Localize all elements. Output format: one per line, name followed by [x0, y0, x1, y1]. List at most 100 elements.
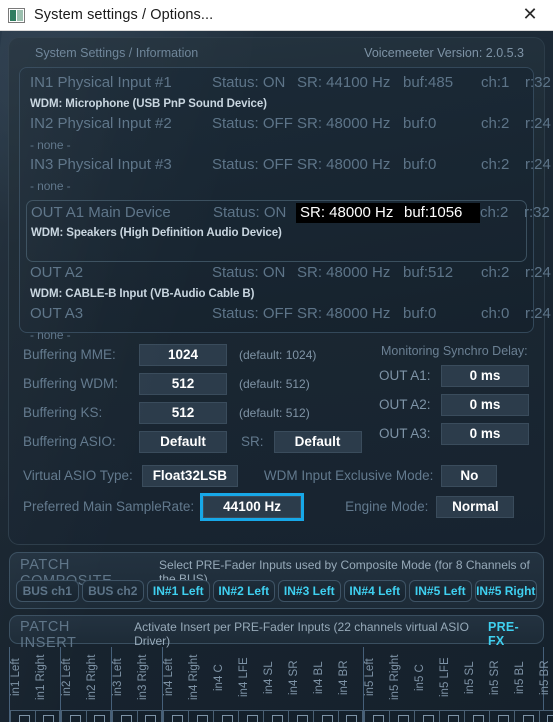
insert-channel-label: in1 Left: [10, 658, 22, 697]
insert-toggle-switch[interactable]: [439, 710, 464, 722]
insert-channel-column: in2 Right: [86, 647, 111, 722]
device-channels: ch:0: [481, 305, 510, 322]
buffering-value-field[interactable]: Default: [139, 430, 227, 453]
insert-toggle-switch[interactable]: [464, 710, 489, 722]
insert-toggle-switch[interactable]: [86, 710, 111, 722]
device-name: IN3 Physical Input #3: [30, 156, 172, 173]
insert-toggle-switch[interactable]: [539, 710, 553, 722]
insert-channel-column: in5 BL: [514, 647, 539, 722]
insert-channel-label: in5 Left: [364, 658, 376, 697]
engine-mode-field[interactable]: Normal: [436, 495, 515, 518]
patch-insert-header: PATCH INSERT Activate Insert per PRE-Fad…: [9, 615, 544, 651]
device-driver-label: WDM: Speakers (High Definition Audio Dev…: [31, 227, 282, 239]
pre-fx-button[interactable]: PRE-FX: [488, 620, 533, 648]
device-driver-label: WDM: Microphone (USB PnP Sound Device): [30, 98, 267, 110]
monitoring-column: Monitoring Synchro Delay: OUT A1: 0 ms OUT…: [375, 342, 530, 458]
insert-toggle-switch[interactable]: [213, 710, 238, 722]
monitoring-delay-row: OUT A2: 0 ms: [379, 392, 530, 417]
preferred-samplerate-field[interactable]: 44100 Hz: [200, 492, 305, 521]
insert-channel-label: in5 SL: [464, 661, 476, 694]
switch-icon: [447, 714, 459, 722]
composite-channel-button[interactable]: BUS ch2: [81, 580, 144, 602]
insert-toggle-switch[interactable]: [35, 710, 60, 722]
monitoring-delay-row: OUT A1: 0 ms: [379, 363, 530, 388]
asio-samplerate-field[interactable]: Default: [273, 430, 362, 453]
insert-channel-label: in5 BL: [514, 661, 526, 694]
device-row[interactable]: IN1 Physical Input #1 Status: ON SR: 44100…: [26, 74, 551, 115]
monitoring-delay-field[interactable]: 0 ms: [441, 364, 529, 387]
switch-icon: [18, 714, 30, 722]
insert-toggle-switch[interactable]: [61, 710, 86, 722]
device-driver-label: - none -: [30, 328, 71, 342]
insert-toggle-switch[interactable]: [112, 710, 137, 722]
device-name: IN1 Physical Input #1: [30, 74, 172, 91]
device-channels: ch:2: [481, 115, 510, 132]
device-list: IN1 Physical Input #1 Status: ON SR: 44100…: [19, 67, 551, 342]
insert-toggle-switch[interactable]: [263, 710, 288, 722]
composite-channel-button[interactable]: IN#2 Left: [212, 580, 275, 602]
insert-toggle-switch[interactable]: [238, 710, 263, 722]
switch-icon: [472, 714, 484, 722]
buffering-value-field[interactable]: 512: [139, 372, 227, 395]
buffering-row: Buffering KS: 512 (default: 512): [23, 400, 375, 425]
insert-channel-label: in5 BR: [539, 660, 551, 695]
insert-toggle-switch[interactable]: [389, 710, 414, 722]
insert-toggle-switch[interactable]: [514, 710, 539, 722]
device-buffer: buf:0: [403, 115, 437, 132]
insert-toggle-switch[interactable]: [188, 710, 213, 722]
device-info-line: OUT A3 Status: OFF SR: 48000 Hz buf:0 ch:0 r:…: [30, 305, 551, 327]
device-row[interactable]: OUT A2 Status: ON SR: 48000 Hz buf:512 ch:2 r…: [26, 264, 551, 305]
composite-channel-button[interactable]: IN#3 Left: [278, 580, 341, 602]
device-status: Status: OFF: [212, 305, 293, 322]
device-buffer: buf:1056: [404, 204, 463, 221]
composite-channel-button[interactable]: IN#5 Right: [474, 580, 537, 602]
insert-toggle-switch[interactable]: [338, 710, 363, 722]
device-name: OUT A1 Main Device: [31, 204, 171, 221]
composite-channel-button[interactable]: BUS ch1: [16, 580, 79, 602]
monitoring-delay-label: OUT A3:: [379, 426, 431, 441]
insert-toggle-switch[interactable]: [489, 710, 514, 722]
switch-icon: [497, 714, 509, 722]
device-resolution: r:24: [525, 305, 551, 322]
device-samplerate: SR: 48000 Hz: [297, 115, 391, 132]
virtual-asio-label: Virtual ASIO Type:: [23, 468, 133, 483]
insert-toggle-switch[interactable]: [137, 710, 162, 722]
insert-toggle-switch[interactable]: [364, 710, 389, 722]
device-status: Status: OFF: [212, 156, 293, 173]
insert-toggle-switch[interactable]: [414, 710, 439, 722]
composite-channel-button[interactable]: IN#5 Left: [409, 580, 472, 602]
patch-insert-grid: in1 Left in1 Right in2 Left in2 Right in3 Le…: [9, 647, 553, 722]
buffering-label: Buffering ASIO:: [23, 434, 116, 449]
device-samplerate: SR: 48000 Hz: [297, 156, 391, 173]
virtual-asio-type-field[interactable]: Float32LSB: [141, 464, 238, 487]
buffering-value-field[interactable]: 1024: [139, 343, 227, 366]
device-row[interactable]: IN3 Physical Input #3 Status: OFF SR: 4800…: [26, 156, 551, 197]
monitoring-delay-field[interactable]: 0 ms: [441, 422, 529, 445]
insert-toggle-switch[interactable]: [288, 710, 313, 722]
device-resolution: r:24: [525, 264, 551, 281]
insert-channel-column: in4 BR: [338, 647, 363, 722]
panel-header-title: System Settings / Information: [35, 46, 199, 60]
device-row[interactable]: IN2 Physical Input #2 Status: OFF SR: 4800…: [26, 115, 551, 156]
insert-toggle-switch[interactable]: [313, 710, 338, 722]
insert-channel-label: in2 Right: [86, 654, 98, 701]
insert-channel-label: in5 C: [414, 664, 426, 691]
switch-icon: [69, 714, 81, 722]
window-title: System settings / Options...: [34, 7, 214, 23]
switch-icon: [94, 714, 105, 722]
insert-toggle-switch[interactable]: [163, 710, 188, 722]
close-icon[interactable]: ✕: [513, 1, 547, 29]
device-row[interactable]: OUT A3 Status: OFF SR: 48000 Hz buf:0 ch:0 r:…: [26, 305, 551, 346]
buffering-default-note: (default: 512): [239, 376, 310, 391]
device-info-line: OUT A1 Main Device Status: ON SR: 48000 Hz…: [31, 203, 550, 225]
insert-toggle-switch[interactable]: [10, 710, 35, 722]
buffering-value-field[interactable]: 512: [139, 401, 227, 424]
composite-channel-button[interactable]: IN#1 Left: [147, 580, 210, 602]
device-row[interactable]: OUT A1 Main Device Status: ON SR: 48000 Hz…: [26, 200, 550, 262]
wdm-exclusive-field[interactable]: No: [441, 464, 498, 487]
device-status: Status: ON: [213, 204, 287, 221]
switch-icon: [321, 714, 333, 722]
window-titlebar: System settings / Options... ✕: [0, 0, 553, 31]
composite-channel-button[interactable]: IN#4 Left: [343, 580, 406, 602]
monitoring-delay-field[interactable]: 0 ms: [441, 393, 529, 416]
